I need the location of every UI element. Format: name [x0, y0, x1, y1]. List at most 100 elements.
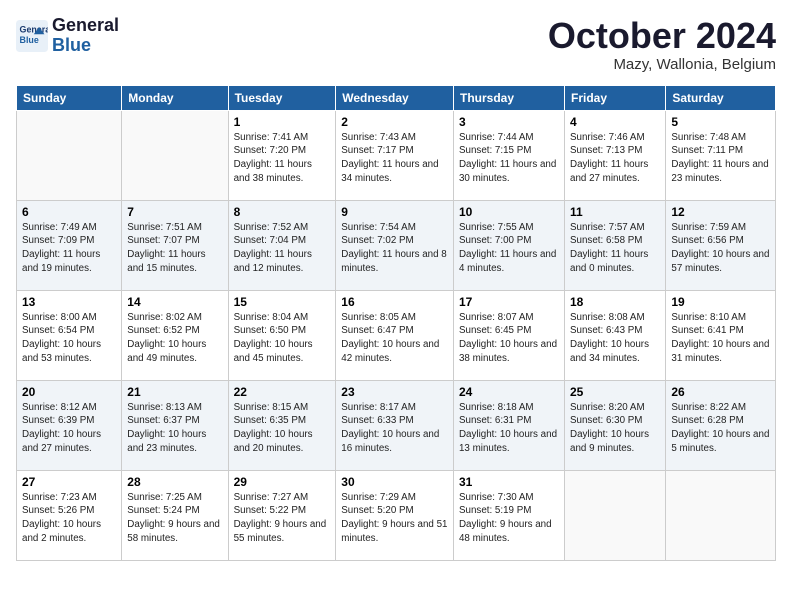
calendar-cell: 12 Sunrise: 7:59 AM Sunset: 6:56 PM Dayli…	[666, 200, 776, 290]
day-number: 31	[459, 475, 559, 489]
day-number: 20	[22, 385, 116, 399]
calendar-cell: 7Sunrise: 7:51 AM Sunset: 7:07 PM Daylig…	[122, 200, 228, 290]
day-info: Sunrise: 7:30 AM Sunset: 5:19 PM Dayligh…	[459, 491, 559, 546]
day-number: 11	[570, 205, 660, 219]
day-info: Sunrise: 7:44 AM Sunset: 7:15 PM Dayligh…	[459, 131, 559, 186]
day-number: 10	[459, 205, 559, 219]
day-number: 1	[234, 115, 331, 129]
day-info: Sunrise: 8:18 AM Sunset: 6:31 PM Dayligh…	[459, 401, 559, 456]
svg-text:Blue: Blue	[20, 35, 39, 45]
calendar-cell: 4 Sunrise: 7:46 AM Sunset: 7:13 PM Daylig…	[565, 110, 666, 200]
calendar-cell: 22 Sunrise: 8:15 AM Sunset: 6:35 PM Dayli…	[228, 380, 336, 470]
day-info: Sunrise: 7:52 AM Sunset: 7:04 PM Dayligh…	[234, 221, 331, 276]
day-number: 13	[22, 295, 116, 309]
day-number: 8	[234, 205, 331, 219]
day-number: 28	[127, 475, 222, 489]
day-number: 16	[341, 295, 448, 309]
day-info: Sunrise: 8:15 AM Sunset: 6:35 PM Dayligh…	[234, 401, 331, 456]
calendar-cell: 29 Sunrise: 7:27 AM Sunset: 5:22 PM Dayli…	[228, 470, 336, 560]
calendar-cell	[666, 470, 776, 560]
day-info: Sunrise: 7:48 AM Sunset: 7:11 PM Dayligh…	[671, 131, 770, 186]
calendar-cell: 13 Sunrise: 8:00 AM Sunset: 6:54 PM Dayli…	[17, 290, 122, 380]
calendar-cell: 30Sunrise: 7:29 AM Sunset: 5:20 PM Dayli…	[336, 470, 454, 560]
calendar-cell: 24 Sunrise: 8:18 AM Sunset: 6:31 PM Dayli…	[453, 380, 564, 470]
day-info: Sunrise: 7:27 AM Sunset: 5:22 PM Dayligh…	[234, 491, 331, 546]
calendar-cell: 15 Sunrise: 8:04 AM Sunset: 6:50 PM Dayli…	[228, 290, 336, 380]
calendar-cell: 17Sunrise: 8:07 AM Sunset: 6:45 PM Dayli…	[453, 290, 564, 380]
logo-text: General Blue	[52, 16, 119, 56]
calendar-cell: 9 Sunrise: 7:54 AM Sunset: 7:02 PM Daylig…	[336, 200, 454, 290]
calendar-cell: 16 Sunrise: 8:05 AM Sunset: 6:47 PM Dayli…	[336, 290, 454, 380]
calendar-week-row: 20 Sunrise: 8:12 AM Sunset: 6:39 PM Dayli…	[17, 380, 776, 470]
day-info: Sunrise: 7:41 AM Sunset: 7:20 PM Dayligh…	[234, 131, 331, 186]
day-info: Sunrise: 7:46 AM Sunset: 7:13 PM Dayligh…	[570, 131, 660, 186]
day-info: Sunrise: 8:20 AM Sunset: 6:30 PM Dayligh…	[570, 401, 660, 456]
day-number: 4	[570, 115, 660, 129]
col-header-monday: Monday	[122, 85, 228, 110]
page-header: General Blue General Blue October 2024 M…	[16, 16, 776, 73]
calendar-cell	[17, 110, 122, 200]
calendar-cell	[565, 470, 666, 560]
day-number: 27	[22, 475, 116, 489]
svg-text:General: General	[20, 24, 48, 34]
day-number: 26	[671, 385, 770, 399]
day-number: 22	[234, 385, 331, 399]
calendar-cell: 14Sunrise: 8:02 AM Sunset: 6:52 PM Dayli…	[122, 290, 228, 380]
calendar-cell: 19 Sunrise: 8:10 AM Sunset: 6:41 PM Dayli…	[666, 290, 776, 380]
calendar-cell: 28 Sunrise: 7:25 AM Sunset: 5:24 PM Dayli…	[122, 470, 228, 560]
day-number: 5	[671, 115, 770, 129]
day-info: Sunrise: 7:55 AM Sunset: 7:00 PM Dayligh…	[459, 221, 559, 276]
day-number: 24	[459, 385, 559, 399]
calendar-cell: 5 Sunrise: 7:48 AM Sunset: 7:11 PM Daylig…	[666, 110, 776, 200]
day-info: Sunrise: 8:22 AM Sunset: 6:28 PM Dayligh…	[671, 401, 770, 456]
day-info: Sunrise: 7:25 AM Sunset: 5:24 PM Dayligh…	[127, 491, 222, 546]
day-info: Sunrise: 7:59 AM Sunset: 6:56 PM Dayligh…	[671, 221, 770, 276]
title-block: October 2024 Mazy, Wallonia, Belgium	[548, 16, 776, 73]
day-number: 3	[459, 115, 559, 129]
day-number: 12	[671, 205, 770, 219]
location: Mazy, Wallonia, Belgium	[548, 56, 776, 73]
day-info: Sunrise: 7:49 AM Sunset: 7:09 PM Dayligh…	[22, 221, 116, 276]
col-header-friday: Friday	[565, 85, 666, 110]
calendar-week-row: 6 Sunrise: 7:49 AM Sunset: 7:09 PM Daylig…	[17, 200, 776, 290]
calendar-cell: 25Sunrise: 8:20 AM Sunset: 6:30 PM Dayli…	[565, 380, 666, 470]
calendar-header-row: SundayMondayTuesdayWednesdayThursdayFrid…	[17, 85, 776, 110]
day-info: Sunrise: 7:57 AM Sunset: 6:58 PM Dayligh…	[570, 221, 660, 276]
calendar-cell: 2Sunrise: 7:43 AM Sunset: 7:17 PM Daylig…	[336, 110, 454, 200]
calendar-cell: 10 Sunrise: 7:55 AM Sunset: 7:00 PM Dayli…	[453, 200, 564, 290]
day-info: Sunrise: 8:12 AM Sunset: 6:39 PM Dayligh…	[22, 401, 116, 456]
calendar-week-row: 1 Sunrise: 7:41 AM Sunset: 7:20 PM Daylig…	[17, 110, 776, 200]
day-info: Sunrise: 7:54 AM Sunset: 7:02 PM Dayligh…	[341, 221, 448, 276]
day-number: 15	[234, 295, 331, 309]
day-info: Sunrise: 8:04 AM Sunset: 6:50 PM Dayligh…	[234, 311, 331, 366]
calendar-cell: 6 Sunrise: 7:49 AM Sunset: 7:09 PM Daylig…	[17, 200, 122, 290]
calendar-cell: 18Sunrise: 8:08 AM Sunset: 6:43 PM Dayli…	[565, 290, 666, 380]
day-number: 19	[671, 295, 770, 309]
calendar-week-row: 27Sunrise: 7:23 AM Sunset: 5:26 PM Dayli…	[17, 470, 776, 560]
day-info: Sunrise: 8:02 AM Sunset: 6:52 PM Dayligh…	[127, 311, 222, 366]
calendar-cell: 1 Sunrise: 7:41 AM Sunset: 7:20 PM Daylig…	[228, 110, 336, 200]
day-number: 9	[341, 205, 448, 219]
day-number: 7	[127, 205, 222, 219]
calendar-cell	[122, 110, 228, 200]
day-number: 17	[459, 295, 559, 309]
logo-icon: General Blue	[16, 20, 48, 52]
day-number: 29	[234, 475, 331, 489]
logo: General Blue General Blue	[16, 16, 119, 56]
month-title: October 2024	[548, 16, 776, 56]
day-info: Sunrise: 7:29 AM Sunset: 5:20 PM Dayligh…	[341, 491, 448, 546]
day-number: 6	[22, 205, 116, 219]
col-header-sunday: Sunday	[17, 85, 122, 110]
calendar-cell: 8 Sunrise: 7:52 AM Sunset: 7:04 PM Daylig…	[228, 200, 336, 290]
calendar-cell: 31 Sunrise: 7:30 AM Sunset: 5:19 PM Dayli…	[453, 470, 564, 560]
day-info: Sunrise: 8:17 AM Sunset: 6:33 PM Dayligh…	[341, 401, 448, 456]
day-info: Sunrise: 8:05 AM Sunset: 6:47 PM Dayligh…	[341, 311, 448, 366]
col-header-thursday: Thursday	[453, 85, 564, 110]
day-info: Sunrise: 8:00 AM Sunset: 6:54 PM Dayligh…	[22, 311, 116, 366]
day-info: Sunrise: 7:43 AM Sunset: 7:17 PM Dayligh…	[341, 131, 448, 186]
day-info: Sunrise: 8:08 AM Sunset: 6:43 PM Dayligh…	[570, 311, 660, 366]
calendar-cell: 21Sunrise: 8:13 AM Sunset: 6:37 PM Dayli…	[122, 380, 228, 470]
day-info: Sunrise: 8:10 AM Sunset: 6:41 PM Dayligh…	[671, 311, 770, 366]
calendar-cell: 26 Sunrise: 8:22 AM Sunset: 6:28 PM Dayli…	[666, 380, 776, 470]
calendar-table: SundayMondayTuesdayWednesdayThursdayFrid…	[16, 85, 776, 561]
